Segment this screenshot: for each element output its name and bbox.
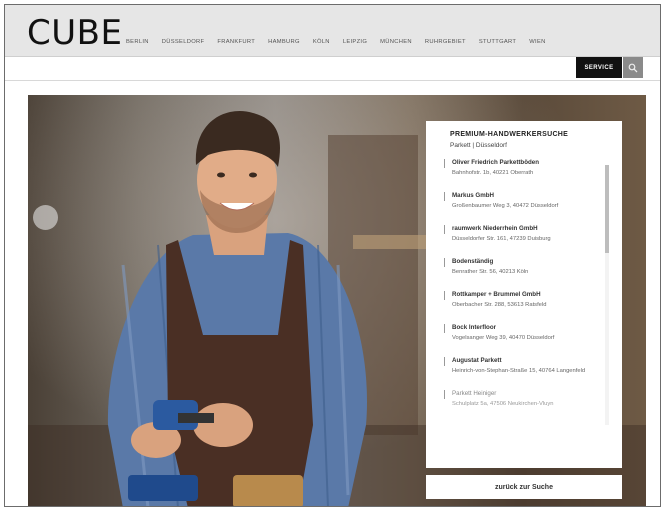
site-header: CUBE BERLIN DÜSSELDORF FRANKFURT HAMBURG… xyxy=(5,5,660,57)
list-item[interactable]: Bock Interfloor Vogelsanger Weg 39, 4047… xyxy=(444,324,610,357)
nav-city-berlin[interactable]: BERLIN xyxy=(126,39,149,45)
list-item[interactable]: Rottkamper + Brummel GmbH Oberbacher Str… xyxy=(444,291,610,324)
panel-title: PREMIUM-HANDWERKERSUCHE xyxy=(450,131,569,138)
item-address: Schulplatz 5a, 47506 Neukirchen-Vluyn xyxy=(452,401,554,407)
nav-city-duesseldorf[interactable]: DÜSSELDORF xyxy=(162,39,205,45)
item-address: Großenbaumer Weg 3, 40472 Düsseldorf xyxy=(452,203,559,209)
list-item[interactable]: Parkett Heiniger Schulplatz 5a, 47506 Ne… xyxy=(444,390,610,423)
item-name: Rottkamper + Brummel GmbH xyxy=(452,291,541,298)
list-item[interactable]: Markus GmbH Großenbaumer Weg 3, 40472 Dü… xyxy=(444,192,610,225)
service-button[interactable]: SERVICE xyxy=(576,57,622,78)
item-name: Markus GmbH xyxy=(452,192,494,199)
item-address: Benrather Str. 56, 40213 Köln xyxy=(452,269,529,275)
nav-city-koeln[interactable]: KÖLN xyxy=(313,39,330,45)
panel-scrollbar[interactable] xyxy=(605,165,609,425)
item-name: raumwerk Niederrhein GmbH xyxy=(452,225,538,232)
nav-city-leipzig[interactable]: LEIPZIG xyxy=(343,39,367,45)
list-item[interactable]: Augustat Parkett Heinrich-von-Stephan-St… xyxy=(444,357,610,390)
item-address: Düsseldorfer Str. 161, 47239 Duisburg xyxy=(452,236,551,242)
item-name: Oliver Friedrich Parkettböden xyxy=(452,159,539,166)
item-address: Bahnhofstr. 1b, 40221 Oberrath xyxy=(452,170,534,176)
list-item[interactable]: raumwerk Niederrhein GmbH Düsseldorfer S… xyxy=(444,225,610,258)
city-nav: BERLIN DÜSSELDORF FRANKFURT HAMBURG KÖLN… xyxy=(126,39,559,45)
panel-subtitle: Parkett | Düsseldorf xyxy=(450,142,507,149)
nav-city-wien[interactable]: WIEN xyxy=(529,39,545,45)
search-results-panel: PREMIUM-HANDWERKERSUCHE Parkett | Düssel… xyxy=(426,121,622,468)
scrollbar-thumb[interactable] xyxy=(605,165,609,253)
nav-city-frankfurt[interactable]: FRANKFURT xyxy=(217,39,255,45)
nav-city-muenchen[interactable]: MÜNCHEN xyxy=(380,39,412,45)
item-name: Augustat Parkett xyxy=(452,357,502,364)
list-item[interactable]: Oliver Friedrich Parkettböden Bahnhofstr… xyxy=(444,159,610,192)
item-address: Vogelsanger Weg 39, 40470 Düsseldorf xyxy=(452,335,555,341)
list-item[interactable]: Bodenständig Benrather Str. 56, 40213 Kö… xyxy=(444,258,610,291)
search-icon xyxy=(628,63,638,72)
item-name: Bodenständig xyxy=(452,258,494,265)
results-list: Oliver Friedrich Parkettböden Bahnhofstr… xyxy=(444,159,610,423)
item-address: Heinrich-von-Stephan-Straße 15, 40764 La… xyxy=(452,368,586,374)
item-name: Bock Interfloor xyxy=(452,324,497,331)
item-address: Oberbacher Str. 288, 53613 Ratsfeld xyxy=(452,302,547,308)
logo[interactable]: CUBE xyxy=(27,13,122,53)
nav-city-hamburg[interactable]: HAMBURG xyxy=(268,39,300,45)
nav-city-stuttgart[interactable]: STUTTGART xyxy=(479,39,516,45)
sub-toolbar: SERVICE xyxy=(5,57,660,81)
search-button[interactable] xyxy=(623,57,643,78)
back-to-search-button[interactable]: zurück zur Suche xyxy=(426,475,622,499)
nav-city-ruhrgebiet[interactable]: RUHRGEBIET xyxy=(425,39,466,45)
page-frame: CUBE BERLIN DÜSSELDORF FRANKFURT HAMBURG… xyxy=(4,4,661,507)
item-name: Parkett Heiniger xyxy=(452,390,497,397)
